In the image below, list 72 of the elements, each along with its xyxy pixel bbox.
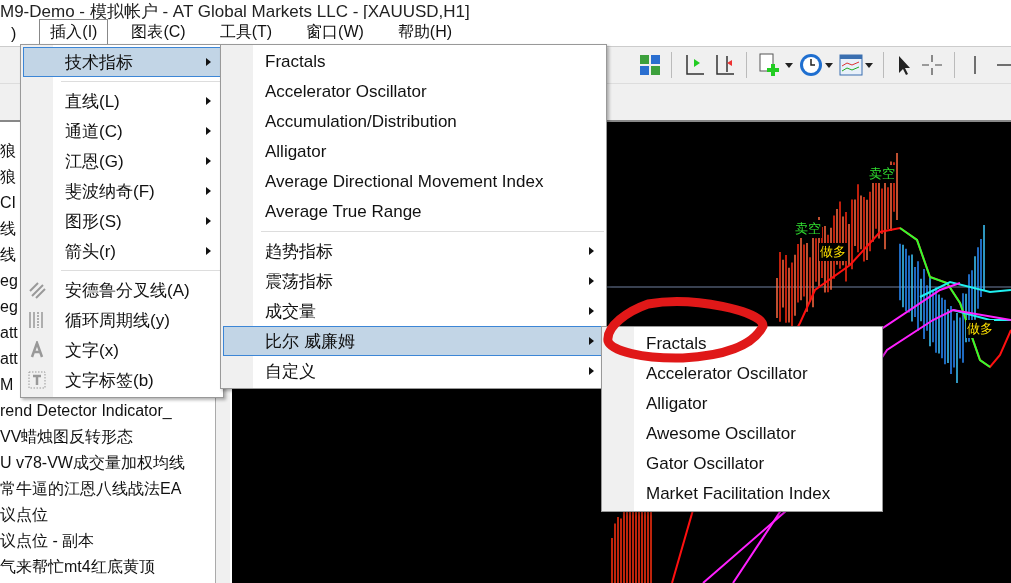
vertical-lines-icon	[28, 311, 46, 329]
menu-item[interactable]: 自定义	[223, 356, 604, 386]
submenu-arrow-icon	[589, 367, 595, 375]
signal-label: 做多	[966, 320, 994, 338]
signal-label: 卖空	[868, 165, 896, 183]
submenu-arrow-icon	[589, 277, 595, 285]
menu-item[interactable]: Accumulation/Distribution	[223, 107, 604, 137]
signal-label: 做多	[819, 243, 847, 261]
navigator-item[interactable]: 狼	[0, 168, 16, 185]
menu-item[interactable]: Average True Range	[223, 197, 604, 227]
navigator-item[interactable]: M	[0, 376, 14, 393]
menu-item[interactable]: Alligator	[223, 137, 604, 167]
menu-bar-item[interactable]: 插入(I)	[39, 19, 109, 46]
menu-item[interactable]: 通道(C)	[23, 116, 221, 146]
menu-item[interactable]: 循环周期线(y)	[23, 305, 221, 335]
caret-icon[interactable]	[865, 62, 873, 68]
navigator-item[interactable]: 常牛逼的江恩八线战法EA	[0, 480, 182, 497]
navigator-item[interactable]: 线	[0, 246, 16, 263]
signal-label: 卖空	[794, 220, 822, 238]
submenu-arrow-icon	[206, 247, 212, 255]
navigator-item[interactable]: CI	[0, 194, 16, 211]
navigator-item[interactable]: eg	[0, 298, 18, 315]
navigator-item[interactable]: 线	[0, 220, 16, 237]
caret-icon[interactable]	[825, 62, 833, 68]
parallel-lines-icon	[28, 281, 46, 299]
submenu-arrow-icon	[589, 337, 595, 345]
navigator-item[interactable]: att	[0, 350, 18, 367]
menu-item[interactable]: Gator Oscillator	[604, 449, 880, 479]
menu-item[interactable]: Fractals	[223, 47, 604, 77]
caret-icon[interactable]	[785, 62, 793, 68]
submenu-arrow-icon	[206, 58, 212, 66]
menu-item[interactable]: 安德鲁分叉线(A)	[23, 275, 221, 305]
menu-item[interactable]: 直线(L)	[23, 86, 221, 116]
menu-item[interactable]: 震荡指标	[223, 266, 604, 296]
letter-a-icon	[28, 341, 46, 359]
menu-item[interactable]: 趋势指标	[223, 236, 604, 266]
submenu-arrow-icon	[206, 157, 212, 165]
menu-item[interactable]: 文字标签(b)	[23, 365, 221, 395]
menu-item[interactable]: 比尔 威廉姆	[223, 326, 604, 356]
menu-item[interactable]: 文字(x)	[23, 335, 221, 365]
menu-item[interactable]: Accelerator Oscillator	[223, 77, 604, 107]
navigator-item[interactable]: U v78-VW成交量加权均线	[0, 454, 185, 471]
menu-item[interactable]: Awesome Oscillator	[604, 419, 880, 449]
menu-item[interactable]: Market Facilitation Index	[604, 479, 880, 509]
navigator-item[interactable]: att	[0, 324, 18, 341]
navigator-item[interactable]: 气来帮忙mt4红底黄顶	[0, 558, 155, 575]
tile-windows-icon[interactable]	[639, 54, 661, 76]
submenu-arrow-icon	[206, 217, 212, 225]
template-icon[interactable]	[839, 54, 863, 76]
submenu-arrow-icon	[206, 187, 212, 195]
menu-item[interactable]: 成交量	[223, 296, 604, 326]
navigator-item[interactable]: 狼	[0, 142, 16, 159]
menu-item[interactable]: 图形(S)	[23, 206, 221, 236]
navigator-item[interactable]: VV蜡烛图反转形态	[0, 428, 134, 445]
submenu-arrow-icon	[206, 127, 212, 135]
menu-item[interactable]: 箭头(r)	[23, 236, 221, 266]
navigator-item[interactable]: eg	[0, 272, 18, 289]
navigator-item[interactable]: 议点位 - 副本	[0, 532, 95, 549]
text-box-icon	[28, 371, 46, 389]
crosshair-icon[interactable]	[920, 53, 944, 77]
navigator-item[interactable]: rend Detector Indicator_	[0, 402, 172, 419]
submenu-arrow-icon	[589, 307, 595, 315]
menu-item[interactable]: Alligator	[604, 389, 880, 419]
menu-item[interactable]: 技术指标	[23, 47, 221, 77]
submenu-arrow-icon	[589, 247, 595, 255]
menu-item[interactable]: 江恩(G)	[23, 146, 221, 176]
menu-item[interactable]: Accelerator Oscillator	[604, 359, 880, 389]
menu-item[interactable]: Average Directional Movement Index	[223, 167, 604, 197]
submenu-arrow-icon	[206, 97, 212, 105]
clock-icon[interactable]	[799, 53, 823, 77]
navigator-item[interactable]: 议点位	[0, 506, 48, 523]
menu-item[interactable]: 斐波纳奇(F)	[23, 176, 221, 206]
